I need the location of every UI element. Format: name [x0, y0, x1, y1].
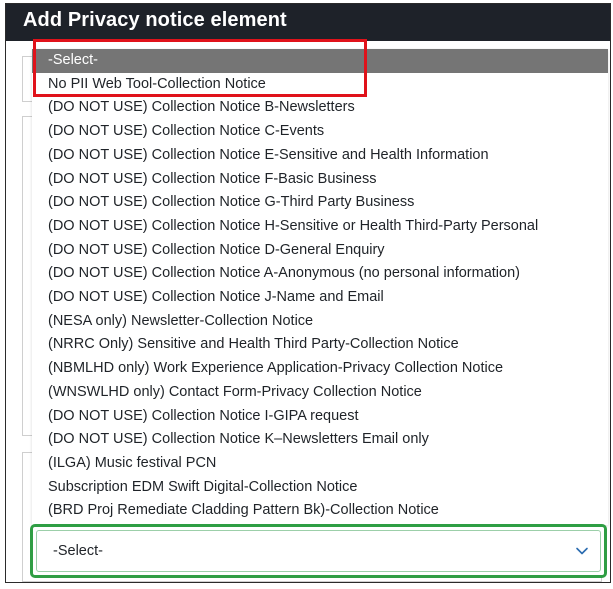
chevron-down-icon [576, 547, 588, 555]
privacy-notice-select[interactable]: -Select- [30, 524, 607, 578]
dropdown-option[interactable]: (DO NOT USE) Collection Notice F-Basic B… [32, 168, 608, 192]
select-inner-border [36, 530, 601, 572]
dropdown-option[interactable]: (DO NOT USE) Collection Notice A-Anonymo… [32, 262, 608, 286]
dialog-title: Add Privacy notice element [23, 9, 287, 31]
dropdown-option[interactable]: (DO NOT USE) Collection Notice C-Events [32, 120, 608, 144]
dropdown-option[interactable]: (DO NOT USE) Collection Notice D-General… [32, 239, 608, 263]
dropdown-option[interactable]: (NESA only) Newsletter-Collection Notice [32, 310, 608, 334]
dropdown-option[interactable]: (DO NOT USE) Collection Notice G-Third P… [32, 191, 608, 215]
dropdown-options-list: -Select- No PII Web Tool-Collection Notic… [32, 49, 608, 525]
dropdown-option[interactable]: (ILGA) Music festival PCN [32, 452, 608, 476]
dropdown-option[interactable]: (NBMLHD only) Work Experience Applicatio… [32, 357, 608, 381]
dropdown-option[interactable]: (DO NOT USE) Collection Notice J-Name an… [32, 286, 608, 310]
dropdown-option[interactable]: (DO NOT USE) Collection Notice I-GIPA re… [32, 405, 608, 429]
dropdown-option[interactable]: No PII Web Tool-Collection Notice [32, 73, 608, 97]
dropdown-option[interactable]: Subscription EDM Swift Digital-Collectio… [32, 476, 608, 500]
dialog-header: Add Privacy notice element [6, 4, 610, 41]
dropdown-option[interactable]: (DO NOT USE) Collection Notice E-Sensiti… [32, 144, 608, 168]
dropdown-option[interactable]: (DO NOT USE) Collection Notice K–Newslet… [32, 428, 608, 452]
dropdown-option[interactable]: (DO NOT USE) Collection Notice B-Newslet… [32, 96, 608, 120]
dropdown-option[interactable]: (DO NOT USE) Collection Notice H-Sensiti… [32, 215, 608, 239]
select-value: -Select- [53, 543, 103, 559]
dropdown-option[interactable]: -Select- [32, 49, 608, 73]
dropdown-option[interactable]: (WNSWLHD only) Contact Form-Privacy Coll… [32, 381, 608, 405]
dropdown-option[interactable]: (NRRC Only) Sensitive and Health Third P… [32, 333, 608, 357]
dropdown-option[interactable]: (BRD Proj Remediate Cladding Pattern Bk)… [32, 499, 608, 523]
